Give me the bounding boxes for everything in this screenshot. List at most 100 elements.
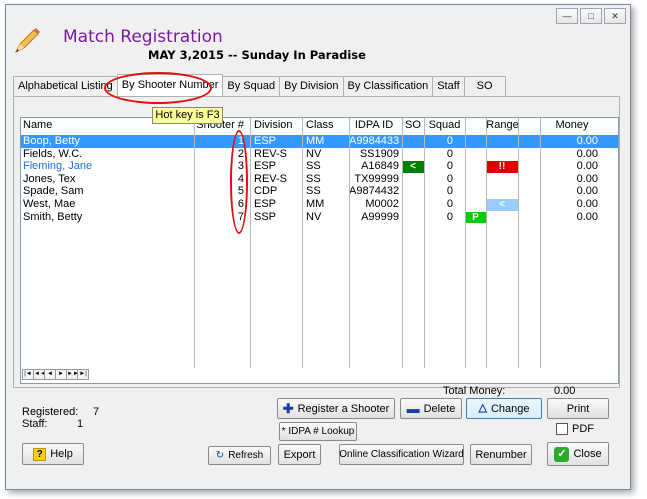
cell-idpa: TX99999: [354, 172, 399, 185]
cell-range3: [518, 185, 540, 198]
tab-so[interactable]: SO: [463, 76, 506, 96]
cell-name: Boop, Betty: [23, 135, 80, 147]
cell-range1: [465, 185, 486, 198]
tab-by-squad[interactable]: By Squad: [222, 76, 281, 96]
tab-by-division[interactable]: By Division: [279, 76, 344, 96]
refresh-label: Refresh: [228, 450, 264, 461]
cell-name: Smith, Betty: [23, 210, 83, 223]
cell-so: [402, 148, 424, 161]
cell-idpa: SS1909: [359, 147, 399, 160]
change-label: Change: [490, 402, 530, 415]
close-button[interactable]: ✓ Close: [547, 442, 609, 466]
table-row[interactable]: Spade, Sam 5 CDP SS A9874432 0 0.00: [21, 185, 618, 198]
cell-squad: 0: [446, 135, 453, 147]
total-money-label: Total Money:: [443, 385, 506, 397]
cell-range2: [486, 135, 518, 148]
cell-range3: [518, 160, 540, 173]
column-header-division[interactable]: Division: [250, 118, 302, 133]
close-window-button[interactable]: ✕: [604, 8, 626, 24]
help-button[interactable]: ? Help: [22, 443, 84, 465]
column-divider: [194, 118, 195, 368]
cell-money: 0.00: [576, 198, 598, 210]
cell-idpa: A9874432: [349, 185, 400, 198]
renumber-button[interactable]: Renumber: [470, 444, 532, 465]
cell-range2: [486, 173, 518, 186]
cell-squad: 0: [446, 198, 453, 210]
table-row[interactable]: Fields, W.C. 2 REV-S NV SS1909 0 0.00: [21, 148, 618, 161]
cell-range1: [465, 135, 486, 148]
column-header-range[interactable]: Range: [465, 118, 540, 133]
cell-so: <: [402, 160, 424, 173]
tab-staff[interactable]: Staff: [432, 76, 465, 96]
registered-value: 7: [93, 406, 100, 418]
cell-class: SS: [306, 160, 321, 173]
online-classification-wizard-button[interactable]: Online Classification Wizard: [339, 444, 464, 465]
column-divider: [518, 118, 519, 368]
idpa-lookup-button[interactable]: * IDPA # Lookup: [279, 422, 357, 441]
export-button[interactable]: Export: [278, 444, 321, 465]
staff-label: Staff:: [22, 418, 48, 430]
annotation-circle-tab: [104, 72, 212, 104]
total-money-value: 0.00: [554, 385, 576, 397]
cell-so: [402, 135, 424, 148]
minimize-button[interactable]: —: [556, 8, 578, 24]
column-divider: [540, 118, 541, 368]
question-icon: ?: [33, 447, 47, 461]
tab-bar: Alphabetical Listing By Shooter Number B…: [13, 74, 506, 96]
cell-so: [402, 198, 424, 211]
cell-money: 0.00: [576, 147, 598, 160]
cell-range1: [465, 160, 486, 173]
table-row[interactable]: West, Mae 6 ESP MM M0002 0 <0.00: [21, 198, 618, 211]
cell-idpa: A9984433: [349, 135, 400, 147]
column-divider: [402, 118, 403, 368]
cell-range3: [518, 198, 540, 211]
delete-button[interactable]: ▬ Delete: [400, 398, 462, 419]
range-badge: <: [486, 199, 518, 211]
so-badge: <: [402, 161, 424, 173]
column-header-idpa-id[interactable]: IDPA ID: [349, 118, 402, 133]
cell-class: SS: [306, 185, 321, 198]
column-header-money[interactable]: Money: [540, 118, 604, 133]
cell-range1: [465, 173, 486, 186]
table-row[interactable]: Fleming, Jane 3 ESP SS A16849 <0!! 0.00: [21, 160, 618, 173]
cell-so: [402, 173, 424, 186]
cell-range1: [465, 148, 486, 161]
cell-range2: [486, 211, 518, 224]
cell-money: 0.00: [576, 185, 598, 198]
tab-by-classification[interactable]: By Classification: [342, 76, 434, 96]
tab-alphabetical-listing[interactable]: Alphabetical Listing: [13, 76, 118, 96]
column-header-class[interactable]: Class: [302, 118, 349, 133]
nav-last-button[interactable]: ►|: [77, 369, 89, 380]
cell-money: 0.00: [576, 135, 598, 147]
pdf-checkbox[interactable]: [556, 423, 568, 435]
print-button[interactable]: Print: [547, 398, 609, 419]
grid-header: Name Shooter # Division Class IDPA ID SO…: [21, 118, 618, 133]
table-row[interactable]: Boop, Betty 1 ESP MM A9984433 0 0.00: [21, 135, 618, 148]
cell-range2: !!: [486, 160, 518, 173]
cell-division: SSP: [254, 210, 277, 223]
maximize-button[interactable]: □: [580, 8, 602, 24]
close-label: Close: [573, 448, 602, 460]
shooter-grid[interactable]: Name Shooter # Division Class IDPA ID SO…: [20, 117, 619, 384]
column-header-squad[interactable]: Squad: [424, 118, 465, 133]
table-row[interactable]: Jones, Tex 4 REV-S SS TX99999 0 0.00: [21, 173, 618, 186]
refresh-button[interactable]: ↻ Refresh: [208, 446, 271, 465]
triangle-icon: △: [478, 402, 487, 414]
delete-label: Delete: [423, 402, 456, 415]
cell-division: CDP: [254, 185, 278, 198]
cell-name: Fleming, Jane: [23, 160, 93, 173]
cell-name: Fields, W.C.: [23, 147, 83, 160]
column-divider: [486, 118, 487, 368]
register-shooter-button[interactable]: ✚ Register a Shooter: [277, 398, 395, 419]
column-divider: [302, 118, 303, 368]
column-header-so[interactable]: SO: [402, 118, 424, 133]
refresh-icon: ↻: [215, 450, 225, 461]
change-button[interactable]: △ Change: [466, 398, 542, 419]
cell-class: MM: [306, 135, 325, 147]
table-row[interactable]: Smith, Betty 7 SSP NV A99999 0 P 0.00: [21, 211, 618, 224]
cell-so: [402, 211, 424, 224]
cell-idpa: M0002: [365, 198, 399, 210]
cell-range3: [518, 135, 540, 148]
column-divider: [424, 118, 425, 368]
cell-class: NV: [306, 147, 322, 160]
